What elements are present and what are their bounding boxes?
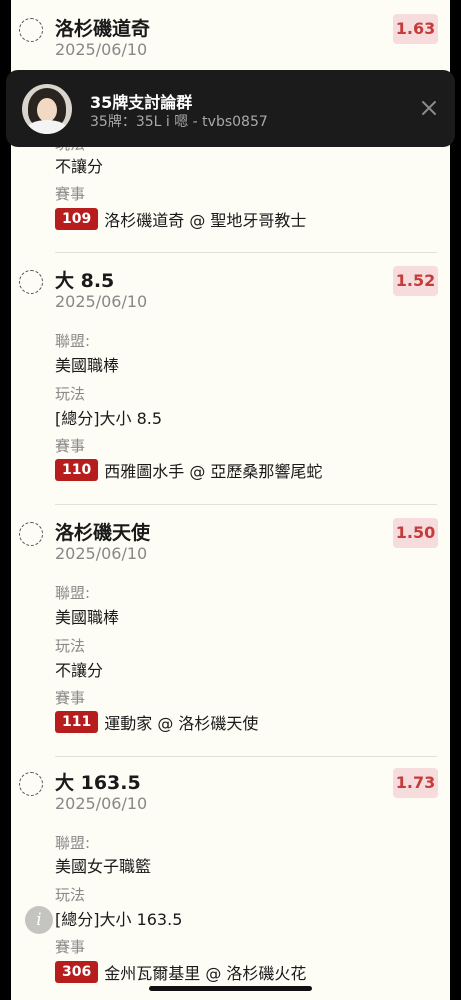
close-icon[interactable] <box>417 96 441 120</box>
notification-title: 35牌支討論群 <box>90 93 193 112</box>
league-value: 美國職棒 <box>55 356 120 375</box>
game-number: 306 <box>55 961 99 983</box>
game-label: 賽事 <box>55 689 86 707</box>
info-icon[interactable]: i <box>25 906 53 934</box>
select-circle[interactable] <box>19 270 43 294</box>
play-value: [總分]大小 163.5 <box>55 910 183 929</box>
play-label: 玩法 <box>55 637 86 655</box>
league-label: 聯盟: <box>55 584 91 602</box>
game-match: 金州瓦爾基里 @ 洛杉磯火花 <box>104 964 307 983</box>
select-circle[interactable] <box>19 772 43 796</box>
bet-pick: 洛杉磯天使 <box>55 522 151 544</box>
play-value: 不讓分 <box>55 661 104 680</box>
select-circle[interactable] <box>19 18 43 42</box>
play-value: [總分]大小 8.5 <box>55 409 163 428</box>
game-match: 運動家 @ 洛杉磯天使 <box>104 714 259 733</box>
play-label: 玩法 <box>55 886 86 904</box>
odds-badge: 1.63 <box>393 14 438 44</box>
home-indicator[interactable] <box>149 986 312 991</box>
game-label: 賽事 <box>55 437 86 455</box>
bet-pick: 大 163.5 <box>55 772 141 794</box>
select-circle[interactable] <box>19 522 43 546</box>
game-row: 110 西雅圖水手 @ 亞歷桑那響尾蛇 <box>55 458 322 482</box>
divider <box>55 504 437 505</box>
odds-badge: 1.52 <box>393 266 438 296</box>
bet-date: 2025/06/10 <box>55 292 148 311</box>
game-row: 306 金州瓦爾基里 @ 洛杉磯火花 <box>55 960 306 984</box>
bet-date: 2025/06/10 <box>55 544 148 563</box>
divider <box>55 756 437 757</box>
play-label: 玩法 <box>55 385 86 403</box>
league-value: 美國職棒 <box>55 608 120 627</box>
game-row: 109 洛杉磯道奇 @ 聖地牙哥教士 <box>55 207 306 231</box>
game-number: 111 <box>55 711 99 733</box>
push-notification[interactable]: 35牌支討論群 35牌：35L i 嗯 - tvbs0857 <box>6 70 455 147</box>
avatar <box>22 84 72 134</box>
game-match: 西雅圖水手 @ 亞歷桑那響尾蛇 <box>104 462 323 481</box>
odds-badge: 1.73 <box>393 768 438 798</box>
game-match: 洛杉磯道奇 @ 聖地牙哥教士 <box>104 211 307 230</box>
screen: 洛杉磯道奇 2025/06/10 1.63 玩法 不讓分 賽事 109 洛杉磯道… <box>0 0 461 1000</box>
game-number: 110 <box>55 459 99 481</box>
game-label: 賽事 <box>55 938 86 956</box>
bet-pick: 洛杉磯道奇 <box>55 18 151 40</box>
notification-message: 35牌：35L i 嗯 - tvbs0857 <box>90 114 268 130</box>
bet-slip-list[interactable]: 洛杉磯道奇 2025/06/10 1.63 玩法 不讓分 賽事 109 洛杉磯道… <box>11 0 450 1000</box>
game-label: 賽事 <box>55 185 86 203</box>
league-value: 美國女子職籃 <box>55 857 152 876</box>
game-number: 109 <box>55 208 99 230</box>
bet-date: 2025/06/10 <box>55 794 148 813</box>
bet-pick: 大 8.5 <box>55 270 115 292</box>
odds-badge: 1.50 <box>393 518 438 548</box>
divider <box>55 252 437 253</box>
play-value: 不讓分 <box>55 157 104 176</box>
league-label: 聯盟: <box>55 834 91 852</box>
league-label: 聯盟: <box>55 332 91 350</box>
bet-date: 2025/06/10 <box>55 40 148 59</box>
game-row: 111 運動家 @ 洛杉磯天使 <box>55 710 258 734</box>
